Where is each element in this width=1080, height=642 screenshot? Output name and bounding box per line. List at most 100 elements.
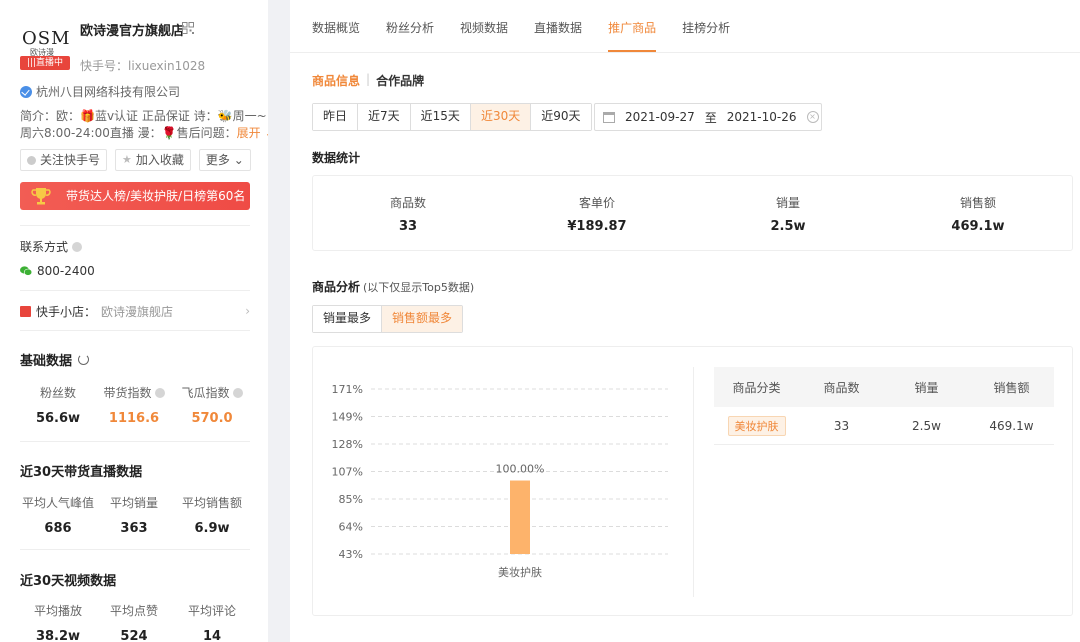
- trophy-icon: [31, 188, 51, 205]
- subtab-brands[interactable]: 合作品牌: [376, 72, 424, 89]
- basic-data-label: 基础数据: [20, 354, 73, 369]
- range-30d[interactable]: 近30天: [470, 104, 532, 130]
- stat-value: 33: [398, 219, 418, 234]
- stat-value: 14: [202, 629, 222, 642]
- stat-label: 商品数: [389, 196, 426, 210]
- clear-icon[interactable]: ×: [806, 111, 819, 123]
- video30-title: 近30天视频数据: [20, 574, 117, 589]
- range-90d[interactable]: 近90天: [531, 104, 591, 130]
- store-label: 快手小店：: [36, 305, 97, 319]
- qr-code-icon[interactable]: [182, 22, 194, 34]
- profile-panel: OSM 欧诗漫 |||直播中 欧诗漫官方旗舰店 快手号：lixuexin1028…: [0, 0, 275, 642]
- bar[interactable]: [510, 480, 530, 554]
- stat-avg-likes: 平均点赞 524: [96, 602, 172, 642]
- y-tick-label: 43%: [339, 548, 363, 561]
- stat-label-row: 带货指数: [96, 384, 172, 401]
- tab-overview[interactable]: 数据概览: [312, 0, 360, 52]
- stat-avg-comments: 平均评论 14: [174, 602, 250, 642]
- tab-products[interactable]: 推广商品: [608, 0, 657, 52]
- stat-product-count: 商品数 33: [348, 194, 468, 234]
- follow-label: 关注快手号: [40, 153, 101, 167]
- phone-row: 800-2400: [20, 264, 95, 278]
- contact-label: 联系方式: [20, 240, 69, 254]
- stat-avg-plays: 平均播放 38.2w: [20, 602, 96, 642]
- stat-revenue: 销售额 469.1w: [918, 194, 1038, 234]
- wechat-icon: [20, 266, 32, 276]
- company-row: 杭州八目网络科技有限公司: [20, 83, 180, 100]
- table-row: 美妆护肤 33 2.5w 469.1w: [714, 407, 1054, 445]
- live-badge[interactable]: |||直播中: [20, 56, 70, 70]
- sort-by-sales[interactable]: 销量最多: [313, 306, 382, 332]
- stats-title: 数据统计: [312, 151, 361, 165]
- stat-label: 平均人气峰值: [21, 496, 94, 510]
- cell-sales: 2.5w: [912, 418, 941, 433]
- phone-number: 800-2400: [37, 264, 95, 278]
- date-range-tabs: 昨日 近7天 近15天 近30天 近90天: [312, 103, 592, 131]
- header-sales: 销量: [914, 380, 939, 395]
- tab-live[interactable]: 直播数据: [534, 0, 582, 52]
- refresh-icon[interactable]: [78, 354, 90, 365]
- stat-value: 56.6w: [35, 411, 81, 426]
- info-icon[interactable]: [154, 387, 165, 398]
- stat-value: 524: [120, 629, 148, 642]
- range-7d[interactable]: 近7天: [358, 104, 411, 130]
- store-icon: [20, 306, 31, 317]
- calendar-icon: [603, 111, 615, 123]
- page: OSM 欧诗漫 |||直播中 欧诗漫官方旗舰店 快手号：lixuexin1028…: [0, 0, 1080, 642]
- chevron-right-icon: ›: [245, 304, 250, 318]
- subtab-product-info[interactable]: 商品信息: [312, 72, 360, 89]
- stat-label: 销售额: [959, 196, 996, 210]
- follow-button[interactable]: 关注快手号: [20, 149, 108, 171]
- shop-title: 欧诗漫官方旗舰店: [80, 24, 185, 39]
- y-tick-label: 85%: [339, 493, 363, 506]
- divider: [20, 290, 250, 291]
- analysis-note: (以下仅显示Top5数据): [363, 281, 475, 294]
- date-picker[interactable]: 2021-09-27 至 2021-10-26 ×: [594, 103, 822, 131]
- chart-divider: [693, 367, 694, 597]
- stat-value: 686: [44, 521, 72, 536]
- y-tick-label: 107%: [332, 466, 363, 479]
- tab-fans[interactable]: 粉丝分析: [386, 0, 434, 52]
- intro-line-1: 简介：欧：🎁蓝v认证 正品保证 诗：🐝周一~: [20, 109, 267, 123]
- tab-videos[interactable]: 视频数据: [460, 0, 508, 52]
- stat-label: 平均销量: [109, 496, 158, 510]
- date-start[interactable]: 2021-09-27: [625, 110, 695, 124]
- range-yesterday[interactable]: 昨日: [313, 104, 359, 130]
- data-label: 100.00%: [496, 463, 545, 476]
- stat-label: 销量: [775, 196, 800, 210]
- contact-label-row: 联系方式: [20, 238, 83, 255]
- table-header: 商品分类 商品数 销量 销售额: [714, 367, 1054, 407]
- date-end[interactable]: 2021-10-26: [727, 110, 797, 124]
- cell-count: 33: [833, 418, 850, 433]
- divider: [20, 549, 250, 550]
- store-name: 欧诗漫旗舰店: [101, 305, 174, 319]
- stats-card: 商品数 33 客单价 ¥189.87 销量 2.5w 销售额 469.1w: [312, 175, 1073, 251]
- category-tag[interactable]: 美妆护肤: [727, 415, 786, 436]
- stat-sales: 销量 2.5w: [728, 194, 848, 234]
- tab-divider: [290, 52, 1080, 53]
- company-name: 杭州八目网络科技有限公司: [36, 85, 181, 99]
- sort-by-revenue[interactable]: 销售额最多: [381, 306, 463, 332]
- cell-category: 美妆护肤: [714, 415, 799, 436]
- info-icon[interactable]: [72, 241, 83, 252]
- subtab-separator: |: [366, 72, 371, 86]
- stat-label: 飞瓜指数: [181, 386, 230, 400]
- shop-logo: OSM 欧诗漫 |||直播中: [20, 22, 72, 72]
- stat-label: 平均播放: [33, 604, 82, 618]
- stat-value: 38.2w: [35, 629, 81, 642]
- divider: [20, 330, 250, 331]
- collect-button[interactable]: ★ 加入收藏: [115, 149, 191, 171]
- analysis-card: 171% 149% 128% 107% 85% 64% 43% 100.00% 美妆护肤 商品分…: [312, 346, 1073, 616]
- rank-banner[interactable]: 带货达人榜/美妆护肤/日榜第60名: [20, 182, 250, 210]
- info-icon[interactable]: [232, 387, 243, 398]
- more-button[interactable]: 更多 ⌄: [198, 149, 251, 171]
- header-count: 商品数: [823, 380, 860, 395]
- range-15d[interactable]: 近15天: [410, 104, 471, 130]
- store-row[interactable]: 快手小店： 欧诗漫旗舰店 ›: [20, 303, 250, 320]
- divider: [20, 441, 250, 442]
- stat-value: ¥189.87: [567, 219, 627, 234]
- stat-avg-price: 客单价 ¥189.87: [537, 194, 657, 234]
- main-tabs: 数据概览 粉丝分析 视频数据 直播数据 推广商品 挂榜分析: [312, 0, 730, 52]
- tab-rankings[interactable]: 挂榜分析: [682, 0, 730, 52]
- live30-title: 近30天带货直播数据: [20, 465, 143, 480]
